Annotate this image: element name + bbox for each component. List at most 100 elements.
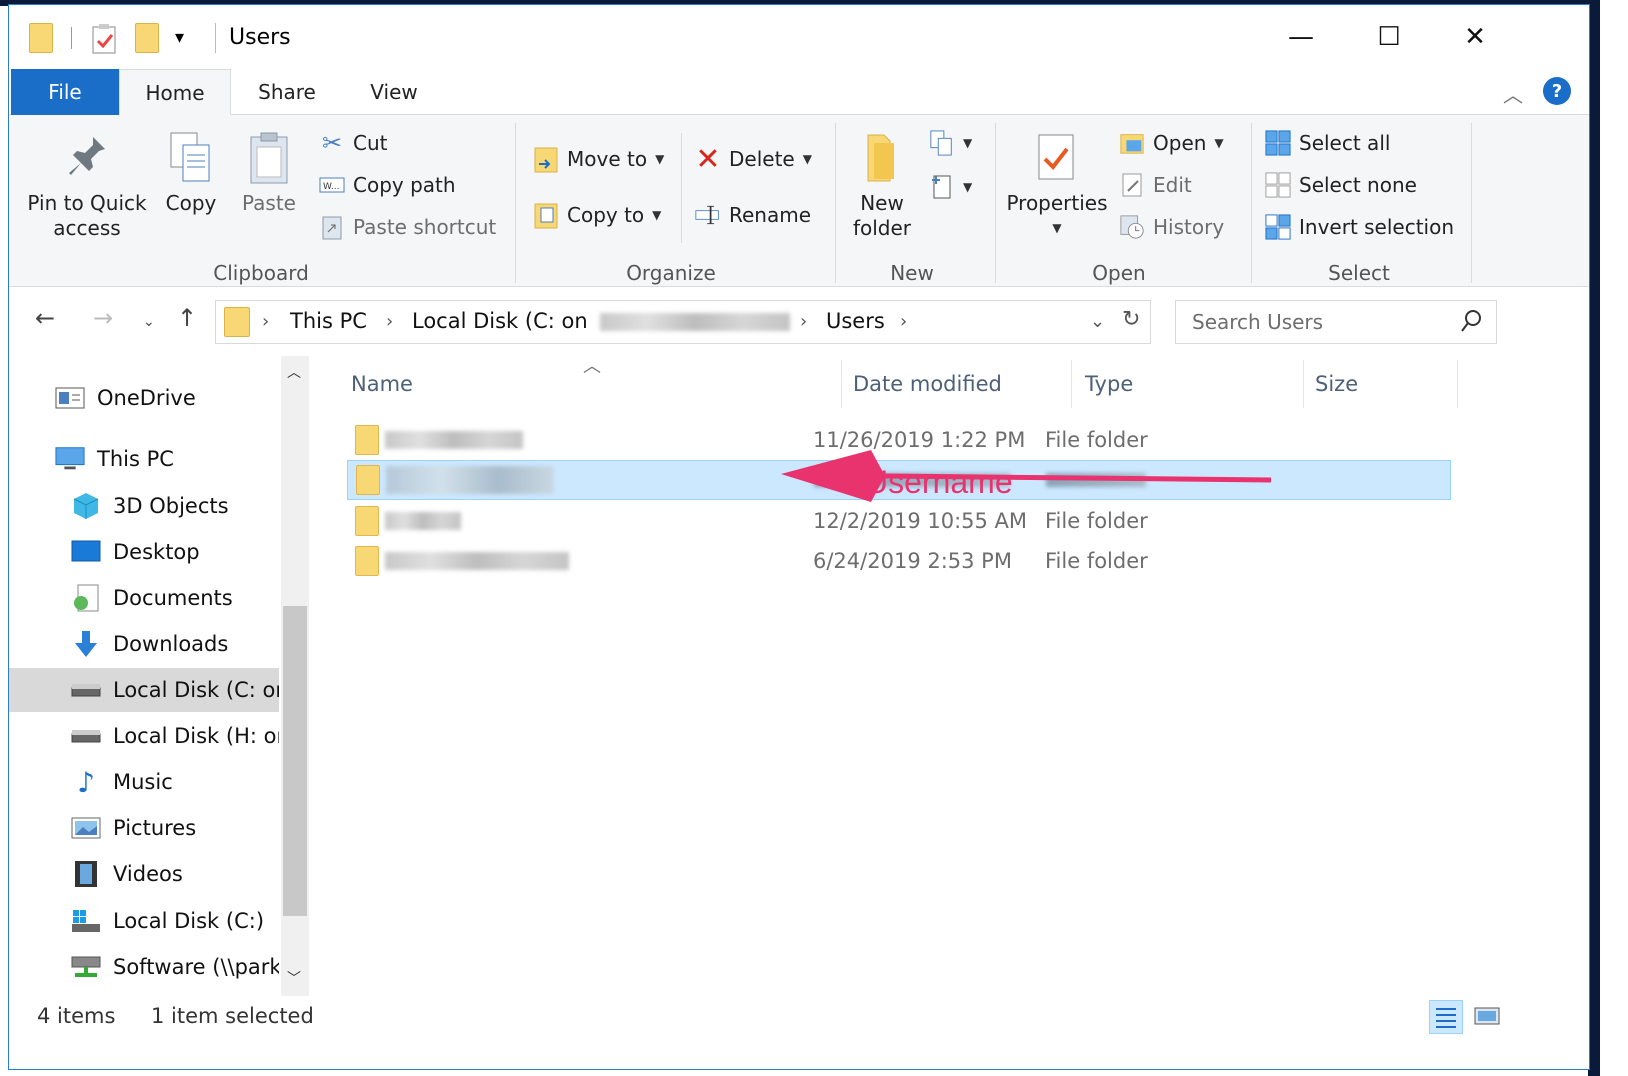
close-button[interactable]: ✕	[1435, 13, 1515, 61]
copy-to-button[interactable]: Copy to ▼	[533, 199, 661, 231]
divider	[215, 23, 216, 53]
annotation-arrow-icon	[781, 450, 1272, 502]
history-button[interactable]: History	[1119, 211, 1224, 243]
breadcrumb-chevron-icon[interactable]: ›	[262, 311, 269, 332]
nav-item-label: Pictures	[113, 816, 197, 840]
pin-to-quick-access-button[interactable]: Pin to Quick access	[23, 129, 151, 241]
recent-locations-chevron-icon[interactable]: ⌄	[143, 314, 155, 330]
invert-selection-icon	[1265, 214, 1291, 240]
downloads-icon	[71, 629, 101, 659]
maximize-button[interactable]: ☐	[1349, 13, 1429, 61]
properties-label: Properties	[1006, 191, 1108, 215]
new-item-button[interactable]: ▼	[929, 127, 972, 159]
column-header-type[interactable]: Type	[1085, 372, 1133, 396]
open-label: Open	[1153, 131, 1207, 155]
properties-button[interactable]: Properties ▼	[1003, 129, 1111, 241]
collapse-ribbon-icon[interactable]: ︿	[1503, 79, 1523, 108]
edit-button[interactable]: Edit	[1119, 169, 1192, 201]
nav-item-local-disk-c-on[interactable]: Local Disk (C: on	[9, 668, 279, 712]
breadcrumb-this-pc[interactable]: This PC	[290, 309, 367, 333]
nav-item-downloads[interactable]: Downloads	[9, 622, 279, 666]
paste-shortcut-button[interactable]: Paste shortcut	[319, 211, 496, 243]
column-header-date-modified[interactable]: Date modified	[853, 372, 1002, 396]
redacted-folder-name	[385, 512, 461, 530]
copy-path-label: Copy path	[353, 173, 456, 197]
move-to-button[interactable]: Move to ▼	[533, 143, 664, 175]
cell-date-modified: 6/24/2019 2:53 PM	[813, 549, 1012, 573]
nav-item-label: Documents	[113, 586, 233, 610]
customize-quick-access-icon[interactable]: ▾	[175, 27, 184, 48]
delete-button[interactable]: ✕ Delete ▼	[695, 142, 812, 177]
nav-item-3d-objects[interactable]: 3D Objects	[9, 484, 279, 528]
tab-view[interactable]: View	[353, 69, 435, 115]
tab-share[interactable]: Share	[241, 69, 333, 115]
breadcrumb-chevron-icon[interactable]: ›	[900, 311, 907, 332]
new-folder-quick-access-icon[interactable]	[135, 23, 159, 53]
address-dropdown-chevron-icon[interactable]: ⌄	[1090, 311, 1105, 332]
nav-item-music[interactable]: ♪ Music	[9, 760, 279, 804]
copy-button[interactable]: Copy	[159, 129, 223, 216]
column-divider[interactable]	[841, 360, 842, 408]
chevron-down-icon: ▼	[963, 136, 973, 150]
large-icons-view-button[interactable]	[1471, 1000, 1505, 1034]
select-all-button[interactable]: Select all	[1265, 127, 1390, 159]
nav-item-this-pc[interactable]: This PC	[9, 437, 279, 481]
window-title: Users	[229, 25, 291, 50]
group-label-clipboard: Clipboard	[213, 261, 309, 285]
nav-item-local-disk-h-on[interactable]: Local Disk (H: on	[9, 714, 279, 758]
nav-item-videos[interactable]: Videos	[9, 852, 279, 896]
cell-type: File folder	[1045, 549, 1148, 573]
file-row[interactable]: 6/24/2019 2:53 PM File folder	[347, 541, 1451, 581]
column-header-size[interactable]: Size	[1315, 372, 1358, 396]
back-arrow-icon[interactable]: ←	[35, 304, 55, 332]
new-folder-button[interactable]: New folder	[847, 129, 917, 241]
details-view-button[interactable]	[1429, 1000, 1463, 1034]
breadcrumb-chevron-icon[interactable]: ›	[800, 311, 807, 332]
tab-file[interactable]: File	[11, 69, 119, 115]
open-icon	[1119, 130, 1145, 156]
nav-item-local-disk-c[interactable]: Local Disk (C:)	[9, 899, 279, 943]
copy-path-button[interactable]: W... Copy path	[319, 169, 456, 201]
nav-item-documents[interactable]: Documents	[9, 576, 279, 620]
invert-selection-button[interactable]: Invert selection	[1265, 211, 1454, 243]
up-arrow-icon[interactable]: ↑	[177, 304, 197, 332]
details-view-icon	[1436, 1008, 1456, 1028]
cut-button[interactable]: ✂ Cut	[319, 127, 388, 159]
navigation-pane-scrollbar[interactable]: ︿ ﹀	[281, 356, 309, 996]
search-input[interactable]: Search Users	[1175, 300, 1497, 344]
3d-objects-icon	[71, 491, 101, 521]
scrollbar-thumb[interactable]	[283, 606, 307, 916]
properties-quick-access-icon[interactable]	[91, 23, 119, 59]
open-button[interactable]: Open ▼	[1119, 127, 1224, 159]
paste-button[interactable]: Paste	[237, 129, 301, 216]
scissors-icon: ✂	[321, 129, 343, 157]
address-bar[interactable]: › This PC › Local Disk (C: on › Users › …	[215, 300, 1151, 344]
select-none-button[interactable]: Select none	[1265, 169, 1417, 201]
edit-icon	[1119, 172, 1145, 198]
nav-item-onedrive[interactable]: OneDrive	[9, 376, 279, 420]
navigation-bar: ← → ⌄ ↑ › This PC › Local Disk (C: on › …	[9, 288, 1589, 356]
breadcrumb-chevron-icon[interactable]: ›	[386, 311, 393, 332]
nav-item-software[interactable]: Software (\\park	[9, 945, 279, 989]
breadcrumb-local-disk-label: Local Disk (C: on	[412, 309, 588, 333]
move-to-icon	[533, 146, 559, 173]
nav-item-pictures[interactable]: Pictures	[9, 806, 279, 850]
scroll-up-icon[interactable]: ︿	[287, 362, 301, 382]
easy-access-button[interactable]: ▼	[929, 171, 972, 203]
column-header-name[interactable]: Name	[351, 372, 413, 396]
column-divider[interactable]	[1457, 360, 1458, 408]
refresh-icon[interactable]: ↻	[1122, 307, 1140, 332]
breadcrumb-users[interactable]: Users	[826, 309, 885, 333]
help-icon[interactable]: ?	[1543, 77, 1571, 105]
column-divider[interactable]	[1071, 360, 1072, 408]
column-divider[interactable]	[1303, 360, 1304, 408]
edit-label: Edit	[1153, 173, 1192, 197]
nav-item-desktop[interactable]: Desktop	[9, 530, 279, 574]
minimize-button[interactable]: —	[1261, 13, 1341, 61]
tab-home[interactable]: Home	[119, 69, 231, 116]
scroll-down-icon[interactable]: ﹀	[287, 968, 301, 988]
breadcrumb-local-disk[interactable]: Local Disk (C: on	[412, 309, 791, 333]
forward-arrow-icon[interactable]: →	[93, 304, 113, 332]
rename-button[interactable]: Rename	[695, 199, 811, 231]
search-icon[interactable]	[1460, 309, 1482, 337]
